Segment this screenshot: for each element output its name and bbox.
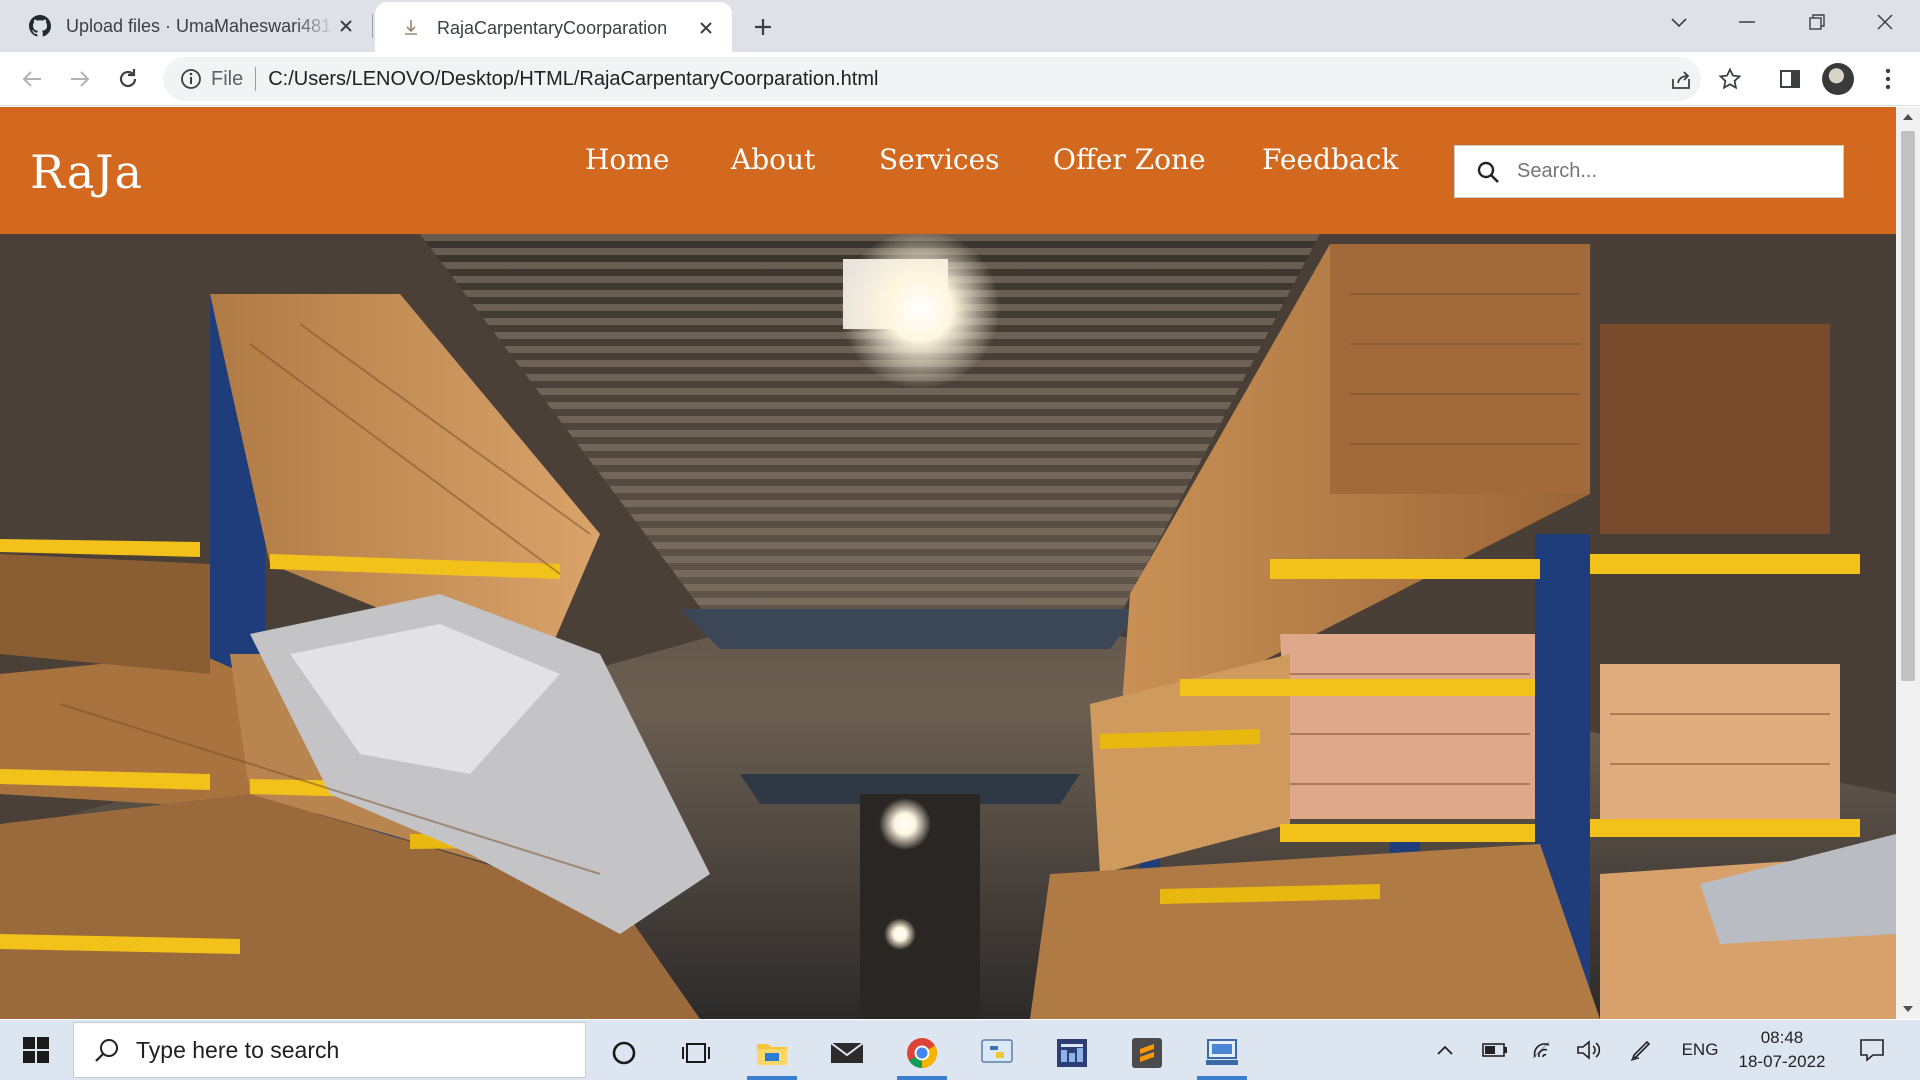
battery-icon[interactable] [1478, 1030, 1512, 1070]
nav-offer-zone[interactable]: Offer Zone [1053, 143, 1206, 176]
scheme-label: File [211, 67, 244, 90]
language-indicator[interactable]: ENG [1672, 1030, 1728, 1070]
close-window-button[interactable] [1861, 0, 1909, 44]
pen-icon[interactable] [1624, 1030, 1658, 1070]
scroll-up-arrow-icon[interactable] [1896, 107, 1920, 127]
tab-raja-carpentary[interactable]: RajaCarpentaryCoorparation [375, 2, 732, 54]
site-brand[interactable]: RaJa [30, 145, 143, 199]
reload-button[interactable] [112, 63, 144, 95]
new-tab-button[interactable] [748, 12, 778, 42]
task-view-icon[interactable] [665, 1026, 727, 1080]
taskbar-search-placeholder: Type here to search [136, 1036, 340, 1063]
chrome-icon[interactable] [891, 1026, 953, 1080]
scroll-down-arrow-icon[interactable] [1896, 999, 1920, 1019]
nav-about[interactable]: About [731, 143, 815, 176]
tab-github-upload[interactable]: Upload files · UmaMaheswari481 [0, 0, 372, 52]
search-icon[interactable] [1475, 159, 1501, 185]
close-tab-icon[interactable] [694, 16, 718, 40]
tab-separator [372, 14, 373, 38]
tab-strip: Upload files · UmaMaheswari481 RajaCarpe… [0, 0, 1920, 54]
network-app-icon[interactable] [1191, 1026, 1253, 1080]
github-icon [28, 14, 52, 38]
clock-date: 18-07-2022 [1738, 1052, 1826, 1071]
wifi-icon[interactable] [1526, 1030, 1560, 1070]
notifications-icon[interactable] [1852, 1030, 1892, 1070]
profile-avatar[interactable] [1822, 63, 1854, 95]
back-button[interactable] [16, 63, 48, 95]
tab-search-chevron-icon[interactable] [1655, 0, 1703, 44]
tray-chevron-up-icon[interactable] [1430, 1030, 1460, 1070]
scrollbar-thumb[interactable] [1901, 131, 1915, 681]
site-search-box[interactable] [1454, 145, 1844, 198]
restore-button[interactable] [1793, 0, 1841, 44]
volume-icon[interactable] [1572, 1030, 1606, 1070]
address-separator [255, 67, 257, 91]
site-navbar: RaJa Home About Services Offer Zone Feed… [0, 107, 1896, 234]
close-tab-icon[interactable] [334, 14, 358, 38]
app-icon[interactable] [1041, 1026, 1103, 1080]
file-explorer-icon[interactable] [741, 1026, 803, 1080]
page-viewport: RaJa Home About Services Offer Zone Feed… [0, 107, 1896, 1019]
site-search-input[interactable] [1517, 160, 1837, 183]
tab-title: Upload files · UmaMaheswari481 [66, 15, 332, 36]
forward-button[interactable] [64, 63, 96, 95]
sublime-text-icon[interactable] [1116, 1026, 1178, 1080]
info-icon[interactable] [179, 67, 203, 91]
python-icon[interactable] [966, 1026, 1028, 1080]
windows-taskbar: Type here to search ENG 08:48 18-07-2022 [0, 1020, 1920, 1080]
browser-toolbar: File C:/Users/LENOVO/Desktop/HTML/RajaCa… [0, 52, 1920, 106]
clock-time: 08:48 [1760, 1028, 1804, 1047]
hero-image [0, 234, 1896, 1019]
nav-services[interactable]: Services [879, 143, 1000, 176]
taskbar-search-box[interactable]: Type here to search [73, 1022, 586, 1078]
share-icon[interactable] [1668, 67, 1694, 93]
url-text[interactable]: C:/Users/LENOVO/Desktop/HTML/RajaCarpent… [268, 68, 878, 91]
mail-icon[interactable] [816, 1026, 878, 1080]
file-icon [399, 16, 423, 40]
tab-title: RajaCarpentaryCoorparation [437, 17, 668, 38]
search-icon [92, 1035, 122, 1065]
system-clock[interactable]: 08:48 18-07-2022 [1730, 1026, 1834, 1074]
start-button[interactable] [0, 1020, 72, 1080]
menu-kebab-icon[interactable] [1874, 65, 1902, 93]
address-bar[interactable]: File C:/Users/LENOVO/Desktop/HTML/RajaCa… [163, 57, 1701, 101]
nav-feedback[interactable]: Feedback [1262, 143, 1398, 176]
nav-home[interactable]: Home [585, 143, 669, 176]
minimize-button[interactable] [1723, 0, 1771, 44]
cortana-icon[interactable] [593, 1026, 655, 1080]
bookmark-star-icon[interactable] [1716, 65, 1744, 93]
side-panel-icon[interactable] [1776, 65, 1804, 93]
page-scrollbar[interactable] [1896, 107, 1920, 1019]
